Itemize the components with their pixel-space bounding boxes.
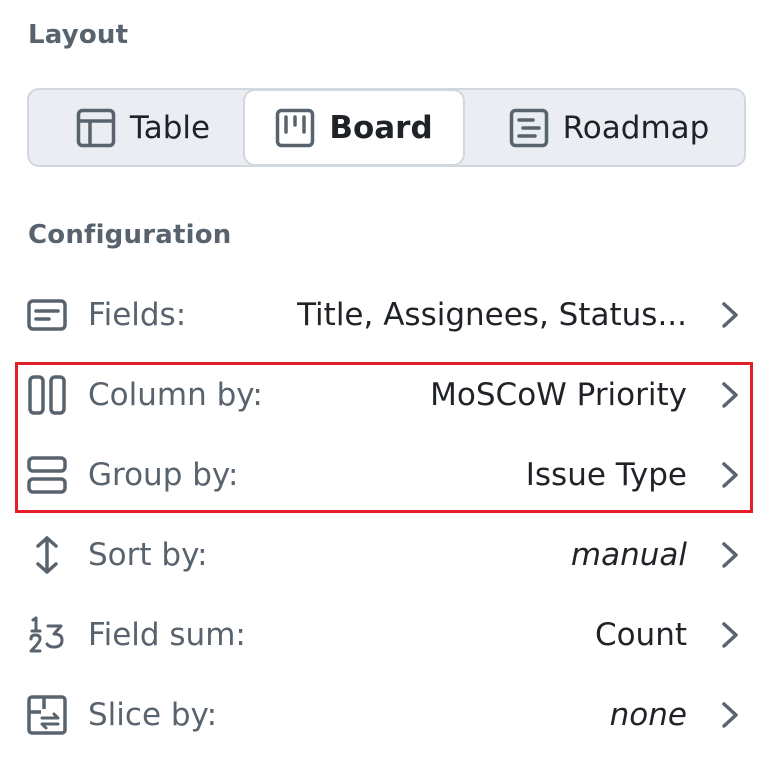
config-row-value: Title, Assignees, Status...	[297, 297, 687, 333]
config-row-label: Field sum:	[88, 617, 246, 653]
layout-option-label: Roadmap	[562, 109, 710, 146]
layout-option-board[interactable]: Board	[243, 89, 465, 166]
config-row-field-sum[interactable]: Field sum: Count	[0, 595, 771, 675]
config-row-label: Group by:	[88, 457, 239, 493]
field-sum-icon	[29, 616, 64, 653]
group-icon	[27, 456, 67, 494]
config-row-value: Issue Type	[525, 457, 687, 493]
chevron-right-icon	[722, 622, 738, 648]
config-row-label: Sort by:	[88, 537, 208, 573]
config-row-label: Fields:	[88, 297, 187, 333]
config-row-label: Column by:	[88, 377, 263, 413]
config-row-group-by[interactable]: Group by: Issue Type	[0, 435, 771, 515]
board-icon	[276, 108, 315, 147]
config-row-value: Count	[594, 617, 687, 653]
config-row-sort-by[interactable]: Sort by: manual	[0, 515, 771, 595]
layout-option-label: Table	[129, 109, 211, 146]
chevron-right-icon	[722, 382, 738, 408]
fields-icon	[27, 299, 67, 331]
config-row-value: MoSCoW Priority	[430, 377, 687, 413]
table-icon	[76, 108, 116, 147]
config-row-value: none	[609, 697, 687, 733]
config-row-value: manual	[570, 537, 687, 573]
column-icon	[28, 375, 66, 415]
chevron-right-icon	[722, 462, 738, 488]
config-row-slice-by[interactable]: Slice by: none	[0, 675, 771, 755]
layout-heading: Layout	[28, 20, 129, 50]
config-row-fields[interactable]: Fields: Title, Assignees, Status...	[0, 275, 771, 355]
chevron-right-icon	[722, 302, 738, 328]
roadmap-icon	[509, 108, 548, 147]
layout-option-label: Board	[329, 109, 433, 146]
layout-segmented-control: Table Board Roadmap	[27, 88, 746, 167]
layout-option-table[interactable]: Table	[43, 90, 243, 165]
sort-icon	[36, 536, 58, 574]
configuration-heading: Configuration	[28, 220, 232, 250]
slice-icon	[27, 695, 67, 735]
layout-option-roadmap[interactable]: Roadmap	[489, 90, 729, 165]
config-row-label: Slice by:	[88, 697, 218, 733]
config-row-column-by[interactable]: Column by: MoSCoW Priority	[0, 355, 771, 435]
chevron-right-icon	[722, 542, 738, 568]
chevron-right-icon	[722, 702, 738, 728]
